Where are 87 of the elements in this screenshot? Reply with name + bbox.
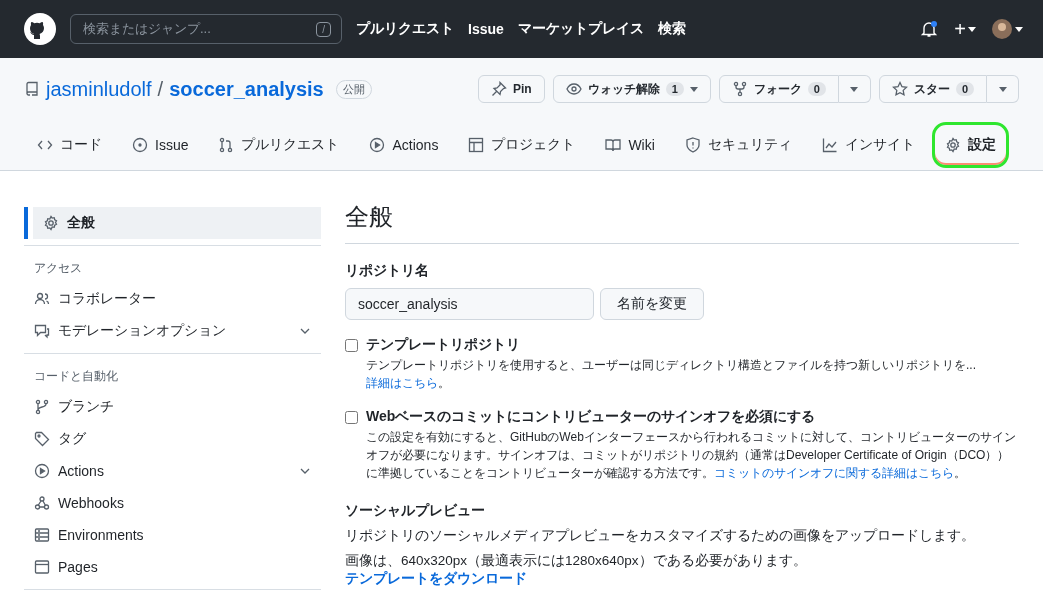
issue-icon <box>132 137 148 153</box>
page-title: 全般 <box>345 201 1019 244</box>
nav-link[interactable]: Issue <box>468 21 504 37</box>
sidebar-item[interactable]: Pages <box>24 551 321 583</box>
learn-more-link[interactable]: コミットのサインオフに関する詳細はこちら <box>714 466 954 480</box>
graph-icon <box>821 137 838 153</box>
section-text: リポジトリのソーシャルメディアプレビューをカスタマイズするための画像をアップロードします。 <box>345 527 976 545</box>
sidebar-item[interactable]: モデレーションオプション <box>24 315 321 347</box>
sidebar-item[interactable]: タグ <box>24 423 321 455</box>
bell-icon[interactable] <box>920 20 939 38</box>
webhook-icon <box>34 495 50 511</box>
count-badge: 0 <box>955 82 974 96</box>
path-separator: / <box>157 77 164 101</box>
caret-icon <box>1015 26 1023 32</box>
fork-button[interactable]: フォーク 0 <box>718 75 839 103</box>
repo-tab[interactable]: 設定 <box>931 122 1009 168</box>
settings-icon <box>944 137 961 153</box>
count-badge: 0 <box>807 82 826 96</box>
browser-icon <box>34 559 50 575</box>
sidebar-item[interactable]: Webhooks <box>24 487 321 519</box>
pin-button[interactable]: Pin <box>477 75 545 103</box>
keyboard-shortcut: / <box>316 21 331 37</box>
rename-button[interactable]: 名前を変更 <box>600 288 704 320</box>
sidebar-heading: コードと自動化 <box>33 368 119 385</box>
learn-more-link[interactable]: 詳細はこちら <box>366 376 438 390</box>
caret-icon <box>998 86 1007 92</box>
settings-icon <box>43 215 59 231</box>
repo-tab[interactable]: コード <box>24 122 115 168</box>
tag-icon <box>34 431 50 447</box>
people-icon <box>34 291 50 307</box>
repo-tab[interactable]: Actions <box>356 122 452 168</box>
chevron-down-icon <box>299 467 311 475</box>
search-field[interactable]: 検索またはジャンプ... / <box>70 14 342 44</box>
option-label: テンプレートリポジトリ <box>366 336 521 354</box>
sidebar-item[interactable]: Environments <box>24 519 321 551</box>
shield-icon <box>684 137 701 153</box>
pin-icon <box>490 81 507 97</box>
nav-link[interactable]: プルリクエスト <box>356 20 454 38</box>
caret-icon <box>850 86 859 92</box>
option-description: テンプレートリポジトリを使用すると、ユーザーは同じディレクトリ構造とファイルを持つ新しいリポジトリを... 詳細はこちら。 <box>366 357 977 392</box>
repo-name-link[interactable]: soccer_analysis <box>169 77 324 101</box>
watch-button[interactable]: ウォッチ解除 1 <box>552 75 711 103</box>
repo-tab[interactable]: プロジェクト <box>455 122 589 168</box>
nav-link[interactable]: 検索 <box>657 20 686 38</box>
caret-icon <box>968 26 976 32</box>
comment-icon <box>34 323 50 339</box>
dropdown-button[interactable] <box>987 75 1019 103</box>
option-description: この設定を有効にすると、GitHubのWebインターフェースから行われるコミットに対して、コントリビューターのサインオフが必要になります。サインオフは、コミットがリポジトリの規約（通常はDeveloper Certificate of Origin（DCO））に準拠していることをコントリビューターが確認する方法です。コミットのサインオフに関する詳細はこちら。 <box>366 429 1017 482</box>
count-badge: 1 <box>665 82 684 96</box>
play-icon <box>369 137 386 153</box>
chevron-down-icon <box>299 327 311 335</box>
repo-tab[interactable]: Issue <box>119 122 202 168</box>
repo-tab[interactable]: セキュリティ <box>671 122 805 168</box>
checkbox[interactable] <box>345 411 358 424</box>
field-label: リポジトリ名 <box>345 262 430 280</box>
caret-icon <box>689 86 698 92</box>
eye-icon <box>565 81 582 97</box>
fork-icon <box>731 81 748 97</box>
sidebar-heading: アクセス <box>33 260 83 277</box>
sidebar-item[interactable]: コラボレーター <box>24 283 321 315</box>
table-icon <box>468 137 485 153</box>
dropdown-button[interactable] <box>838 75 871 103</box>
sidebar-item[interactable]: ブランチ <box>24 391 321 423</box>
repo-tab[interactable]: Wiki <box>592 122 668 168</box>
download-link[interactable]: テンプレートをダウンロード <box>345 570 1019 588</box>
repo-icon <box>24 81 40 97</box>
create-button[interactable]: + <box>954 17 976 41</box>
book-icon <box>605 137 622 153</box>
sidebar-item[interactable]: Actions <box>24 455 321 487</box>
owner-link[interactable]: jasminludolf <box>46 77 152 101</box>
star-button[interactable]: スター 0 <box>878 75 987 103</box>
server-icon <box>34 527 50 543</box>
section-title: ソーシャルプレビュー <box>345 502 486 520</box>
star-icon <box>891 81 908 97</box>
nav-link[interactable]: マーケットプレイス <box>517 20 644 38</box>
play-icon <box>34 463 50 479</box>
option-label: Webベースのコミットにコントリビューターのサインオフを必須にする <box>366 408 817 426</box>
checkbox[interactable] <box>345 339 358 352</box>
logo-icon[interactable] <box>24 13 56 45</box>
repo-tab[interactable]: インサイト <box>808 122 928 168</box>
avatar-button[interactable] <box>992 19 1023 39</box>
pr-icon <box>218 137 235 153</box>
repo-name-field[interactable]: soccer_analysis <box>345 288 594 320</box>
repo-tab[interactable]: プルリクエスト <box>205 122 353 168</box>
sidebar-item[interactable]: 全般 <box>24 207 321 239</box>
section-text: 画像は、640x320px（最適表示には1280x640px）である必要があります。 <box>345 552 808 570</box>
branch-icon <box>34 399 50 415</box>
